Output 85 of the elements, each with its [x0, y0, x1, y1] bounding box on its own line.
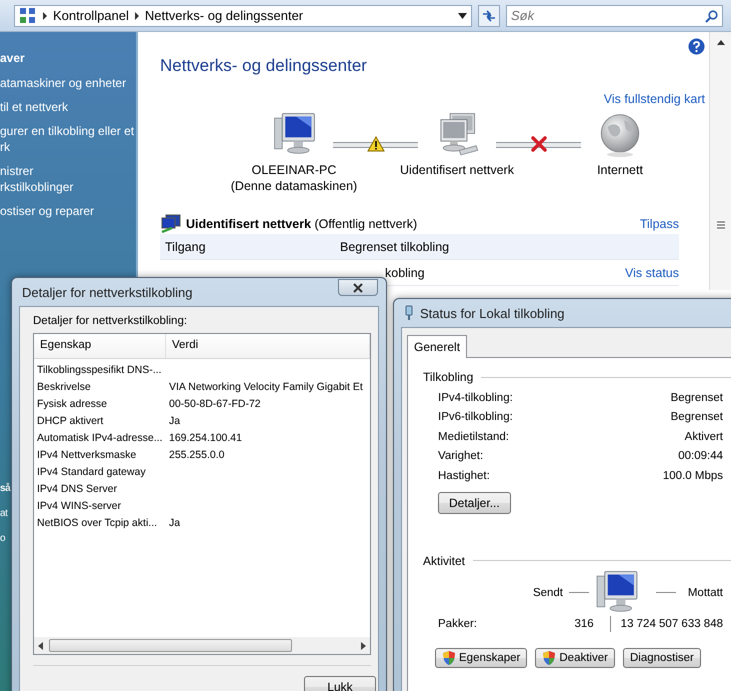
status-label: Hastighet: [438, 470, 490, 482]
received-label: Mottatt [688, 586, 723, 598]
list-cell-text: IPv4 Nettverksmaske [36, 448, 138, 460]
status-label: IPv6-tilkobling: [438, 411, 513, 424]
action-button[interactable]: Egenskaper [435, 648, 528, 668]
close-icon [351, 282, 365, 292]
details-button[interactable]: Detaljer... [438, 492, 511, 514]
node-label: Internett [597, 162, 643, 178]
dropdown-caret-icon[interactable] [458, 12, 467, 18]
page-title: Nettverks- og delingssenter [160, 56, 368, 76]
full-map-link[interactable]: Vis fullstendig kart [604, 92, 705, 106]
action-button[interactable]: Diagnostiser [622, 648, 701, 668]
control-panel-icon [19, 6, 37, 24]
search-field[interactable]: Søk [506, 4, 723, 26]
list-cell-text: DHCP aktivert [36, 414, 104, 426]
sidebar-link[interactable]: nistrer rkstilkoblinger [0, 163, 136, 195]
column-header[interactable]: Egenskap [34, 334, 166, 358]
network-icon [160, 214, 182, 234]
status-label: Medietilstand: [438, 430, 509, 443]
scroll-right-icon[interactable] [361, 642, 366, 650]
sidebar-link[interactable]: o [0, 531, 6, 547]
group-label: Aktivitet [423, 554, 731, 568]
breadcrumb[interactable]: Kontrollpanel [53, 8, 129, 23]
search-icon [705, 10, 718, 22]
status-value: 00:09:44 [678, 450, 723, 462]
view-status-link[interactable]: Vis status [625, 266, 679, 280]
sidebar-link[interactable]: at [0, 506, 8, 522]
node-label: OLEEINAR-PC (Denne datamaskinen) [230, 162, 358, 194]
breadcrumb[interactable]: Nettverks- og delingssenter [144, 8, 304, 23]
scroll-up-icon[interactable] [716, 40, 724, 45]
dialog-title: Detaljer for nettverkstilkobling [22, 284, 193, 300]
sidebar-link[interactable]: atamaskiner og enheter [0, 75, 136, 91]
close-button[interactable] [338, 279, 378, 296]
list-cell-text: 00-50-8D-67-FD-72 [168, 398, 262, 410]
status-label: Varighet: [438, 450, 484, 462]
refresh-button[interactable] [478, 4, 500, 26]
column-header[interactable]: Verdi [166, 334, 370, 358]
status-label: IPv4-tilkobling: [438, 392, 513, 404]
horizontal-scrollbar[interactable] [34, 637, 370, 654]
dialog-title: Status for Lokal tilkobling [420, 306, 565, 320]
globe-icon [598, 112, 642, 158]
help-icon[interactable] [688, 38, 705, 55]
plug-icon [404, 305, 414, 321]
close-dialog-button[interactable]: Lukk [304, 676, 376, 691]
status-value: 100.0 Mbps [662, 470, 723, 482]
property-value: kobling [384, 266, 426, 280]
list-cell-text: Fysisk adresse [36, 398, 108, 410]
network-name: Uidentifisert nettverk (Offentlig nettverk) [186, 217, 418, 231]
action-button[interactable]: Deaktiver [535, 648, 615, 668]
sidebar-link[interactable]: til et nettverk [0, 99, 136, 115]
status-value: Begrenset [670, 392, 723, 404]
list-cell-text: Ja [168, 414, 182, 426]
list-cell-text: Beskrivelse [36, 380, 92, 392]
sidebar-heading: aver [0, 50, 26, 66]
group-label: Tilkobling [423, 370, 731, 384]
tab[interactable]: Generelt [407, 335, 468, 358]
list-cell-text: IPv4 Standard gateway [36, 466, 147, 478]
grip-icon [716, 221, 724, 229]
property-label: Tilgang [165, 240, 207, 254]
vertical-scrollbar[interactable] [709, 32, 731, 290]
packets-sent: 316 [573, 618, 594, 630]
list-cell-text: VIA Networking Velocity Family Gigabit Et [168, 380, 364, 392]
list-cell-text: Tilkoblingsspesifikt DNS-... [36, 364, 162, 376]
scroll-left-icon[interactable] [38, 642, 43, 650]
packets-label: Pakker: [438, 618, 478, 630]
sidebar-link[interactable]: gurer en tilkobling eller et rk [0, 123, 136, 155]
node-label: Uidentifisert nettverk [400, 162, 514, 178]
details-label: Detaljer for nettverkstilkobling: [33, 315, 188, 327]
list-cell-text: 255.255.0.0 [168, 448, 226, 460]
packets-received: 13 724 507 633 848 [620, 618, 723, 630]
list-cell-text: 169.254.100.41 [168, 432, 243, 444]
list-cell-text: IPv4 DNS Server [36, 482, 118, 494]
sidebar-heading: så [0, 482, 10, 496]
refresh-icon [481, 8, 497, 22]
customize-link[interactable]: Tilpass [640, 217, 679, 231]
status-value: Begrenset [670, 411, 723, 424]
status-value: Aktivert [684, 430, 723, 443]
sidebar-link[interactable]: ostiser og reparer [0, 203, 136, 219]
list-cell-text: Ja [168, 516, 182, 528]
list-cell-text: NetBIOS over Tcpip akti... [36, 516, 158, 528]
property-value: Begrenset tilkobling [340, 240, 450, 254]
sent-label: Sendt [532, 586, 563, 598]
address-bar[interactable]: Kontrollpanel Nettverks- og delingssenter [14, 4, 472, 26]
list-cell-text: Automatisk IPv4-adresse... [36, 432, 164, 444]
list-cell-text: IPv4 WINS-server [36, 500, 122, 512]
